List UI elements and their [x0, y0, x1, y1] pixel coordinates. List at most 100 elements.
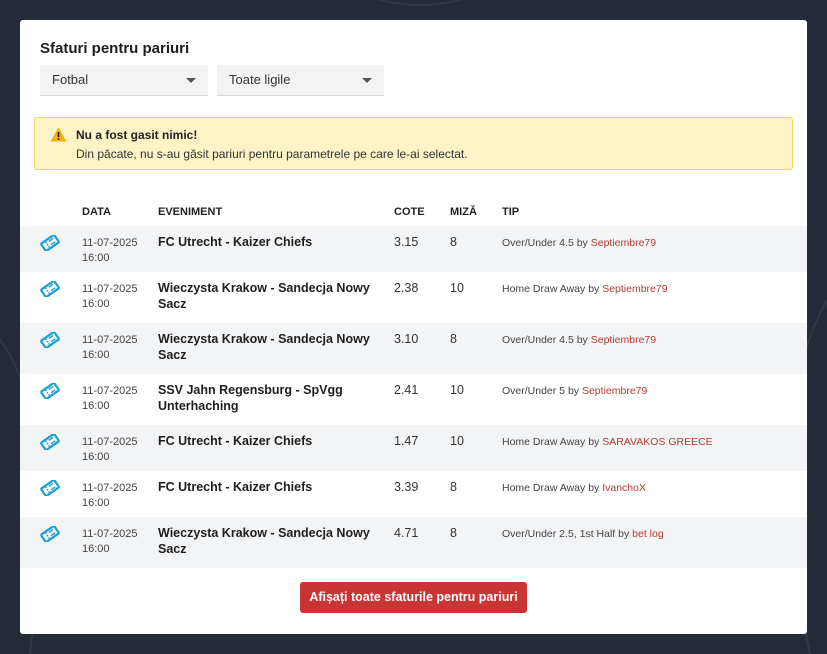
row-stake: 10 — [450, 281, 464, 295]
table-header: DATA EVENIMENT COTE MIZĂ TIP — [20, 204, 807, 224]
row-stake: 10 — [450, 434, 464, 448]
table-row[interactable]: 11-07-2025 16:00 FC Utrecht - Kaizer Chief… — [20, 226, 807, 272]
row-time: 16:00 — [82, 497, 110, 509]
row-stake: 8 — [450, 332, 457, 346]
sport-select[interactable]: Fotbal — [40, 65, 208, 96]
column-event: EVENIMENT — [158, 206, 223, 218]
league-select[interactable]: Toate ligile — [217, 65, 384, 96]
column-odds: COTE — [394, 206, 425, 218]
show-all-tips-button[interactable]: Afișați toate sfaturile pentru pariuri — [300, 582, 527, 613]
sport-select-value: Fotbal — [52, 72, 89, 87]
row-date: 11-07-2025 — [82, 237, 138, 249]
row-date: 11-07-2025 — [82, 436, 138, 448]
betting-tips-card: Sfaturi pentru pariuri Fotbal Toate ligi… — [20, 20, 807, 634]
ticket-icon — [40, 383, 60, 399]
row-tip-type: Over/Under 5 — [502, 385, 566, 397]
row-tip-type: Home Draw Away — [502, 436, 586, 448]
row-datetime: 11-07-2025 16:00 — [82, 481, 152, 511]
row-event: FC Utrecht - Kaizer Chiefs — [158, 235, 313, 249]
ticket-icon — [40, 526, 60, 542]
row-tip: Over/Under 5 by Septiembre79 — [502, 385, 647, 397]
row-tip-by: by — [567, 385, 580, 397]
row-tip-author-link[interactable]: Septiembre79 — [591, 237, 656, 249]
ticket-icon — [40, 281, 60, 297]
row-tip-by: by — [588, 482, 600, 494]
table-row[interactable]: 11-07-2025 16:00 SSV Jahn Regensburg - SpV… — [20, 374, 807, 425]
table-row[interactable]: 11-07-2025 16:00 FC Utrecht - Kaizer Chief… — [20, 425, 807, 471]
row-time: 16:00 — [82, 543, 110, 555]
row-stake: 8 — [450, 480, 457, 494]
table-row[interactable]: 11-07-2025 16:00 Wieczysta Krakow - Sandec… — [20, 323, 807, 374]
row-odds: 1.47 — [394, 434, 419, 448]
row-tip: Over/Under 2.5, 1st Half by bet log — [502, 528, 664, 540]
table-row[interactable]: 11-07-2025 16:00 Wieczysta Krakow - Sandec… — [20, 272, 807, 323]
ticket-icon — [40, 480, 60, 496]
row-odds: 3.39 — [394, 480, 419, 494]
row-odds: 3.15 — [394, 235, 419, 249]
column-stake: MIZĂ — [450, 206, 477, 218]
row-date: 11-07-2025 — [82, 385, 138, 397]
ticket-icon — [40, 434, 60, 450]
alert-message: Din păcate, nu s-au găsit pariuri pentru… — [76, 147, 468, 161]
row-odds: 2.41 — [394, 383, 419, 397]
row-datetime: 11-07-2025 16:00 — [82, 236, 152, 266]
row-datetime: 11-07-2025 16:00 — [82, 435, 152, 465]
ticket-icon — [40, 332, 60, 348]
row-tip-author-link[interactable]: Septiembre79 — [591, 334, 656, 346]
row-date: 11-07-2025 — [82, 283, 138, 295]
row-time: 16:00 — [82, 298, 110, 310]
row-time: 16:00 — [82, 451, 110, 463]
row-tip-type: Home Draw Away — [502, 482, 586, 494]
row-tip-by: by — [588, 283, 600, 295]
row-tip-type: Over/Under 4.5 — [502, 237, 574, 249]
row-tip-by: by — [576, 237, 588, 249]
alert-title: Nu a fost gasit nimic! — [76, 128, 198, 142]
row-odds: 3.10 — [394, 332, 419, 346]
chevron-down-icon — [362, 78, 372, 83]
row-tip: Home Draw Away by SARAVAKOS GREECE — [502, 436, 713, 448]
row-tip-author-link[interactable]: bet log — [632, 528, 664, 540]
row-tip-by: by — [588, 436, 600, 448]
row-tip-type: Home Draw Away — [502, 283, 586, 295]
table-row[interactable]: 11-07-2025 16:00 FC Utrecht - Kaizer Chief… — [20, 471, 807, 517]
row-time: 16:00 — [82, 349, 110, 361]
row-tip: Over/Under 4.5 by Septiembre79 — [502, 237, 656, 249]
row-tip-by: by — [576, 334, 588, 346]
row-time: 16:00 — [82, 252, 110, 264]
row-tip-type: Over/Under 2.5, 1st Half — [502, 528, 616, 540]
row-datetime: 11-07-2025 16:00 — [82, 527, 152, 557]
row-tip-by: by — [618, 528, 630, 540]
row-event: FC Utrecht - Kaizer Chiefs — [158, 480, 313, 494]
row-odds: 4.71 — [394, 526, 419, 540]
chevron-down-icon — [186, 78, 196, 83]
row-datetime: 11-07-2025 16:00 — [82, 333, 152, 363]
row-tip-author-link[interactable]: SARAVAKOS GREECE — [602, 436, 712, 448]
row-stake: 8 — [450, 235, 457, 249]
row-event: SSV Jahn Regensburg - SpVgg Unterhaching — [158, 383, 343, 413]
row-event: Wieczysta Krakow - Sandecja Nowy Sacz — [158, 281, 370, 311]
warning-icon — [50, 127, 67, 142]
row-stake: 8 — [450, 526, 457, 540]
row-event: Wieczysta Krakow - Sandecja Nowy Sacz — [158, 526, 370, 556]
row-tip-type: Over/Under 4.5 — [502, 334, 574, 346]
row-tip: Over/Under 4.5 by Septiembre79 — [502, 334, 656, 346]
row-tip-author-link[interactable]: Septiembre79 — [582, 385, 647, 397]
row-datetime: 11-07-2025 16:00 — [82, 282, 152, 312]
row-tip: Home Draw Away by Septiembre79 — [502, 283, 668, 295]
row-event: Wieczysta Krakow - Sandecja Nowy Sacz — [158, 332, 370, 362]
row-tip-author-link[interactable]: Septiembre79 — [602, 283, 667, 295]
page-title: Sfaturi pentru pariuri — [40, 40, 190, 57]
table-row[interactable]: 11-07-2025 16:00 Wieczysta Krakow - Sandec… — [20, 517, 807, 568]
row-tip: Home Draw Away by IvanchoX — [502, 482, 646, 494]
league-select-value: Toate ligile — [229, 72, 291, 87]
column-date: DATA — [82, 206, 111, 218]
ticket-icon — [40, 235, 60, 251]
row-stake: 10 — [450, 383, 464, 397]
row-odds: 2.38 — [394, 281, 419, 295]
column-tip: TIP — [502, 206, 520, 218]
row-time: 16:00 — [82, 400, 110, 412]
row-tip-author-link[interactable]: IvanchoX — [602, 482, 646, 494]
row-date: 11-07-2025 — [82, 528, 138, 540]
row-date: 11-07-2025 — [82, 482, 138, 494]
row-event: FC Utrecht - Kaizer Chiefs — [158, 434, 313, 448]
